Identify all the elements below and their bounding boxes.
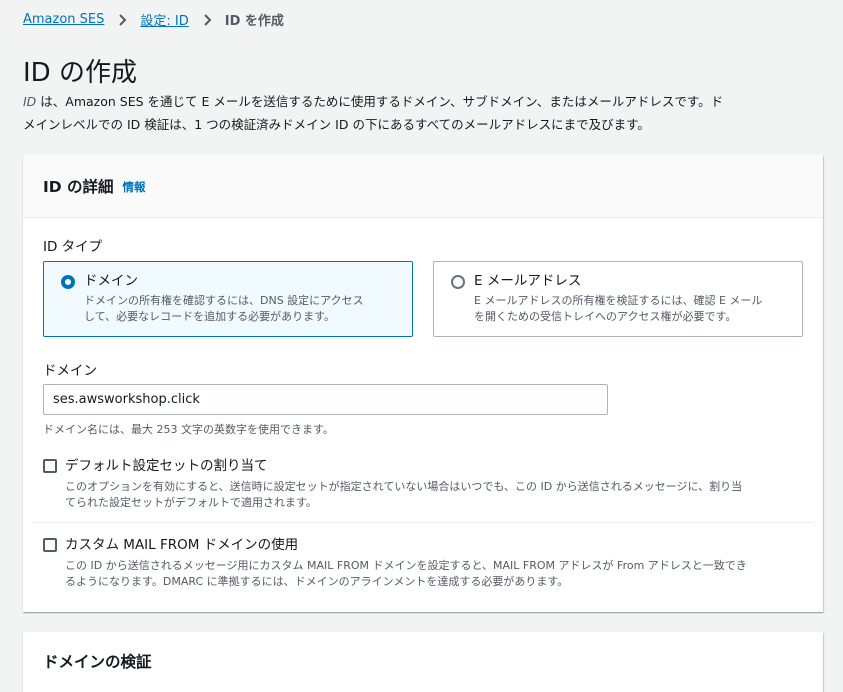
config-set-title: デフォルト設定セットの割り当て: [65, 458, 268, 474]
tile-email-address[interactable]: E メールアドレス E メールアドレスの所有権を検証するには、確認 E メール …: [433, 261, 803, 337]
mail-from-desc-line-1: この ID から送信されるメッセージ用にカスタム MAIL FROM ドメインを…: [65, 559, 747, 572]
page-description-line-2: メインレベルでの ID 検証は、1 つの検証済みドメイン ID の下にあるすべて…: [23, 117, 650, 132]
mail-from-desc-line-2: るようになります。DMARC に準拠するには、ドメインのアラインメントを達成する…: [65, 575, 569, 588]
tile-email-desc-line-2: を開くための受信トレイへのアクセス権が必要です。: [474, 310, 737, 323]
tile-domain-desc-line-2: して、必要なレコードを追加する必要があります。: [84, 310, 336, 323]
chevron-right-icon: [198, 11, 216, 29]
breadcrumb-link-ses[interactable]: Amazon SES: [23, 12, 104, 27]
mail-from-title: カスタム MAIL FROM ドメインの使用: [65, 537, 299, 553]
domain-input[interactable]: [43, 384, 608, 415]
id-type-label: ID タイプ: [43, 239, 103, 255]
radio-button[interactable]: [451, 275, 465, 289]
info-link[interactable]: 情報: [123, 179, 146, 195]
domain-verification-panel: ドメインの検証: [23, 632, 823, 692]
tile-email-title: E メールアドレス: [474, 273, 582, 289]
divider: [33, 522, 813, 523]
config-set-description: このオプションを有効にすると、送信時に設定セットが指定されていない場合はいつでも…: [65, 479, 813, 511]
config-set-option: デフォルト設定セットの割り当て このオプションを有効にすると、送信時に設定セット…: [43, 456, 813, 511]
tile-email-desc-line-1: E メールアドレスの所有権を検証するには、確認 E メール: [474, 294, 763, 307]
config-set-desc-line-2: てられた設定セットがデフォルトで適用されます。: [65, 496, 317, 509]
panel2-title: ドメインの検証: [43, 653, 152, 671]
page-description-line-1: は、Amazon SES を通じて E メールを送信するために使用するドメイン、…: [36, 94, 724, 109]
config-set-desc-line-1: このオプションを有効にすると、送信時に設定セットが指定されていない場合はいつでも…: [65, 480, 743, 493]
mail-from-description: この ID から送信されるメッセージ用にカスタム MAIL FROM ドメインを…: [65, 558, 813, 590]
page-title: ID の作成: [23, 58, 137, 88]
breadcrumb-link-identities[interactable]: 設定: ID: [140, 10, 188, 29]
tile-domain-desc-line-1: ドメインの所有権を確認するには、DNS 設定にアクセス: [84, 294, 364, 307]
panel-header: ID の詳細 情報: [23, 155, 823, 218]
chevron-right-icon: [113, 11, 131, 29]
page-description: ID は、Amazon SES を通じて E メールを送信するために使用するドメ…: [23, 90, 823, 136]
panel-title: ID の詳細: [43, 178, 114, 196]
tile-domain-description: ドメインの所有権を確認するには、DNS 設定にアクセス して、必要なレコードを追…: [84, 293, 398, 325]
mail-from-option: カスタム MAIL FROM ドメインの使用 この ID から送信されるメッセー…: [43, 535, 813, 590]
page-description-term: ID: [23, 94, 37, 109]
tile-domain[interactable]: ドメイン ドメインの所有権を確認するには、DNS 設定にアクセス して、必要なレ…: [43, 261, 413, 337]
radio-button-selected[interactable]: [61, 275, 75, 289]
mail-from-checkbox[interactable]: [43, 538, 57, 552]
identity-details-panel: ID の詳細 情報 ID タイプ ドメイン ドメインの所有権を確認するには、DN…: [23, 155, 823, 612]
breadcrumb-current: ID を作成: [224, 14, 284, 29]
domain-label: ドメイン: [43, 363, 97, 379]
tile-domain-title: ドメイン: [84, 273, 138, 289]
config-set-checkbox[interactable]: [43, 459, 57, 473]
breadcrumb: Amazon SES 設定: ID ID を作成: [23, 10, 284, 29]
tile-email-description: E メールアドレスの所有権を検証するには、確認 E メール を開くための受信トレ…: [474, 293, 788, 325]
domain-hint: ドメイン名には、最大 253 文字の英数字を使用できます。: [43, 423, 334, 436]
